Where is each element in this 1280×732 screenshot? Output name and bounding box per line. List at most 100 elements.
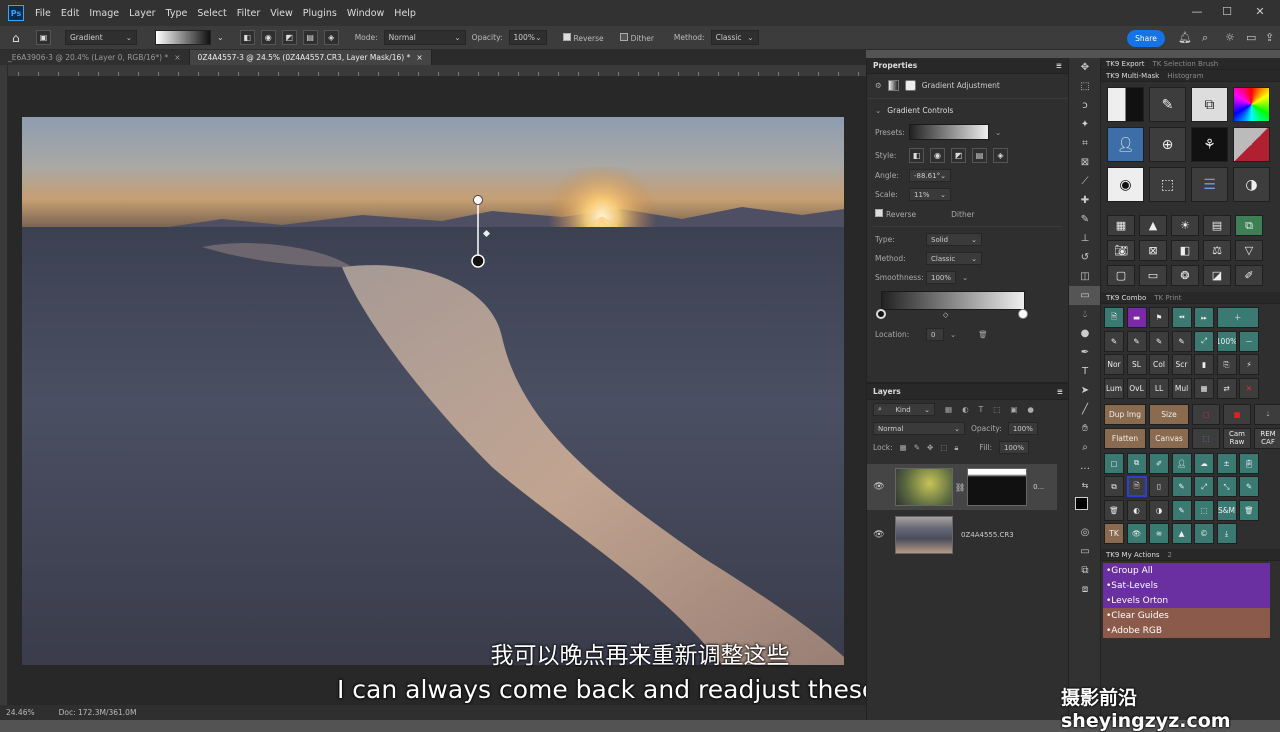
tab-tk-my-actions[interactable]: TK9 My Actions [1106,551,1160,559]
pen-tool-icon[interactable]: ✒ [1069,343,1101,362]
action-item[interactable]: •Sat-Levels [1103,578,1270,593]
flatten-button[interactable]: Flatten [1104,427,1146,449]
menu-plugins[interactable]: Plugins [298,8,342,19]
edit-icon[interactable]: ✐ [1149,452,1169,474]
scale-field[interactable]: 11% ⌄ [909,188,951,201]
quick-mask-icon[interactable]: ◎ [1069,523,1101,542]
selection-brush-icon[interactable]: ⬚ [1149,167,1186,202]
radial-style-icon[interactable]: ◉ [930,147,945,163]
pen-square-icon[interactable]: ✎ [1239,476,1259,497]
add-selection-icon[interactable]: ⬚ [1194,499,1214,521]
monitor-icon[interactable]: ▭ [1139,265,1167,286]
grid-icon[interactable]: ▤ [1203,215,1231,236]
quick-select-tool-icon[interactable]: ✦ [1069,115,1101,134]
gradient-stop-right[interactable] [1018,309,1028,319]
layer-thumbnail[interactable] [895,516,953,554]
gradient-tool-icon[interactable]: ▭ [1069,286,1101,305]
rem-caf-button[interactable]: REM CAF [1254,427,1280,449]
person-icon[interactable]: 👤︎ [1107,127,1144,162]
size-button[interactable]: Size [1149,403,1189,425]
tab-tk-export[interactable]: TK9 Export [1106,60,1144,68]
lock-pixels-icon[interactable]: ✎ [914,443,920,452]
menu-filter[interactable]: Filter [232,8,266,19]
color-swatches[interactable] [1069,495,1101,523]
frame-tool-icon[interactable]: ⊠ [1069,153,1101,172]
lock-artboard-icon[interactable]: ⬚ [940,443,947,452]
half-square-icon[interactable]: ◧ [1171,240,1199,261]
expand-arrows-icon[interactable]: ⤢ [1194,476,1214,497]
delete-icon[interactable]: 🗑︎ [1239,499,1259,521]
plus-minus-icon[interactable]: ± [1216,452,1237,474]
menu-help[interactable]: Help [389,8,421,19]
plus-icon[interactable]: ＋ [1216,307,1259,328]
blend-linearlight-button[interactable]: LL [1149,377,1169,399]
lock-transparent-icon[interactable]: ▦ [900,443,907,452]
droplet-icon[interactable]: 💧︎ [1254,403,1280,425]
diamond-gradient-icon[interactable]: ◈ [323,30,339,45]
sun-icon[interactable]: ☀ [1171,215,1199,236]
foreground-color-swatch[interactable] [1075,497,1088,510]
brightness-icon[interactable]: ☼ [1225,31,1235,44]
midpoint-diamond-icon[interactable]: ◇ [943,311,948,319]
mask-overlap-icon[interactable]: ⧉ [1191,87,1228,122]
share-button[interactable]: Share [1127,30,1165,47]
circles-icon[interactable]: ◑ [1233,167,1270,202]
swap-icon[interactable]: ⇄ [1216,377,1237,399]
tk-play-button[interactable]: TK [1104,523,1124,544]
mask-brush-icon[interactable]: ✎ [1149,87,1186,122]
panel-icon[interactable]: ▯ [1149,476,1169,497]
brush-tool-icon[interactable]: ✎ [1069,210,1101,229]
action-item[interactable]: •Levels Orton [1103,593,1270,608]
menu-select[interactable]: Select [192,8,231,19]
lock-all-icon[interactable]: 🔒︎ [954,443,958,453]
maximize-button[interactable]: ☐ [1212,0,1242,22]
layer-thumbnail[interactable] [895,468,953,506]
layer-row-raw[interactable]: 👁︎ 0Z4A4555.CR3 [867,512,1057,558]
copy-layers-icon[interactable]: ⧉ [1104,476,1124,497]
cross-icon[interactable]: ⊠ [1139,240,1167,261]
eraser-tool-icon[interactable]: ◫ [1069,267,1101,286]
tab-tk-multi-mask[interactable]: TK9 Multi-Mask [1106,72,1159,80]
lasso-tool-icon[interactable]: ↄ [1069,96,1101,115]
calculator-icon[interactable]: ▦ [1194,377,1214,399]
minimize-button[interactable]: — [1182,0,1212,22]
tab-document-1[interactable]: _E6A3906-3 @ 20.4% (Layer 0, RGB/16*) * × [0,50,190,65]
zoom-tool-icon[interactable]: ⌕ [1069,438,1101,457]
menu-layer[interactable]: Layer [124,8,161,19]
smoothness-field[interactable]: 100% [926,271,956,284]
angle-style-icon[interactable]: ◩ [951,147,966,163]
gradient-tool-dropdown[interactable]: Gradient ⌄ [65,30,137,45]
linear-style-icon[interactable]: ◧ [909,147,924,163]
type-tool-icon[interactable]: T [1069,362,1101,381]
clip-icon[interactable]: ⎘ [1216,354,1237,375]
layer-opacity-field[interactable]: 100% [1007,422,1038,435]
home-icon[interactable]: ⌂ [12,31,30,45]
new-layer-icon[interactable]: ▢ [1104,452,1124,474]
method-dropdown[interactable]: Classic ⌄ [710,30,759,45]
action-item[interactable]: •Group All [1103,563,1270,578]
zoom-level[interactable]: 24.46% [6,708,35,717]
gradient-preview[interactable] [155,30,211,45]
radial-gradient-icon[interactable]: ◉ [260,30,276,45]
lock-position-icon[interactable]: ✥ [927,443,933,452]
sm-button[interactable]: S&M [1216,499,1237,521]
target-icon[interactable]: ⊕ [1149,127,1186,162]
brush-white-icon[interactable]: ✎ [1126,330,1147,352]
triangle-icon[interactable]: ▲ [1171,523,1192,544]
pink-square-icon[interactable]: ▢ [1192,403,1220,425]
stack-icon[interactable]: ⧉ [1126,452,1147,474]
panel-menu-icon[interactable]: ≡ [1057,387,1063,396]
dark-square-icon[interactable]: ▮ [1194,354,1214,375]
tab-document-2[interactable]: 0Z4A4557-3 @ 24.5% (0Z4A4557.CR3, Layer … [189,50,432,65]
method-dropdown[interactable]: Classic ⌄ [926,252,982,265]
close-icon[interactable]: × [174,53,180,62]
blur-tool-icon[interactable]: 💧︎ [1069,305,1101,324]
eye-icon[interactable]: 👁︎ [869,530,889,540]
brush-black-icon[interactable]: ✎ [1104,330,1124,352]
expand-icon[interactable]: ⤢ [1194,330,1214,352]
eyedropper-tool-icon[interactable]: ⟋ [1069,172,1101,191]
close-icon[interactable]: × [416,53,422,62]
minus-icon[interactable]: － [1239,330,1259,352]
canvas-button[interactable]: Canvas [1149,427,1189,449]
aperture-icon[interactable]: ❂ [1171,265,1199,286]
